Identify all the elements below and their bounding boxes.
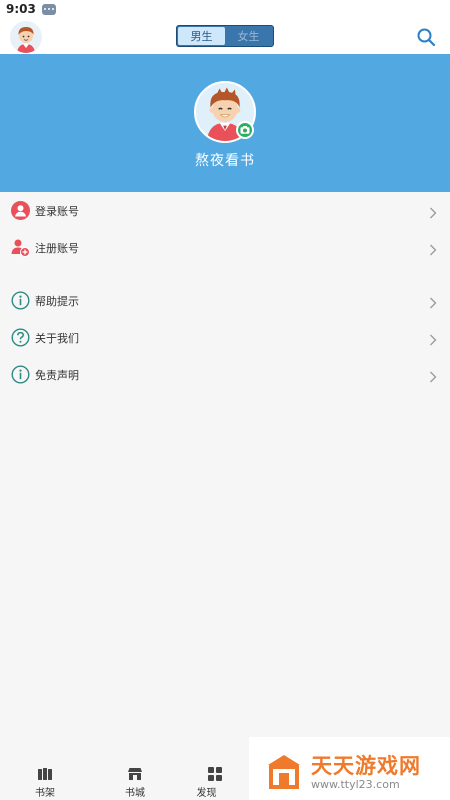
add-user-icon [11,238,30,257]
search-icon[interactable] [416,27,436,47]
watermark-title: 天天游戏网 [311,754,421,778]
watermark-url: www.ttyl23.com [311,778,400,791]
status-bar: 9:03 [0,0,450,18]
tab-bookshelf[interactable]: 书架 [0,762,90,800]
user-icon [11,201,30,220]
menu-item-help[interactable]: 帮助提示 [0,282,450,319]
top-bar: 男生 女生 [0,18,450,56]
menu-label: 登录账号 [35,205,79,218]
tab-bookstore[interactable]: 书城 [90,762,180,800]
menu-item-register[interactable]: 注册账号 [0,229,450,266]
discover-icon [207,766,223,782]
question-icon [11,328,30,347]
tab-label: 发现 [196,788,217,799]
watermark: 天天游戏网 www.ttyl23.com [249,737,450,800]
chevron-right-icon [429,204,437,219]
bookshelf-icon [37,766,53,782]
menu-label: 注册账号 [35,242,79,255]
info-icon [11,365,30,384]
chevron-right-icon [429,331,437,346]
notification-icon [41,3,56,15]
status-time: 9:03 [6,2,36,16]
profile-name[interactable]: 熬夜看书 [0,150,450,170]
menu-label: 免责声明 [35,369,79,382]
menu-item-login[interactable]: 登录账号 [0,192,450,229]
gender-toggle: 男生 女生 [176,25,274,47]
tab-female[interactable]: 女生 [225,27,272,45]
store-icon [127,766,143,782]
tab-label: 书架 [35,788,55,799]
bottom-tab-bar: 书架 书城 发现 [0,762,249,800]
info-icon [11,291,30,310]
camera-icon[interactable] [236,121,254,139]
menu-label: 帮助提示 [35,295,79,308]
chevron-right-icon [429,368,437,383]
menu-item-about[interactable]: 关于我们 [0,319,450,356]
menu-label: 关于我们 [35,332,79,345]
profile-header: 熬夜看书 [0,56,450,192]
tab-discover[interactable]: 发现 [180,762,249,800]
tab-male[interactable]: 男生 [178,27,225,45]
watermark-logo-icon [264,751,304,791]
chevron-right-icon [429,241,437,256]
chevron-right-icon [429,294,437,309]
menu-item-disclaimer[interactable]: 免责声明 [0,356,450,393]
tab-label: 书城 [125,788,145,799]
header-avatar[interactable] [10,21,42,53]
